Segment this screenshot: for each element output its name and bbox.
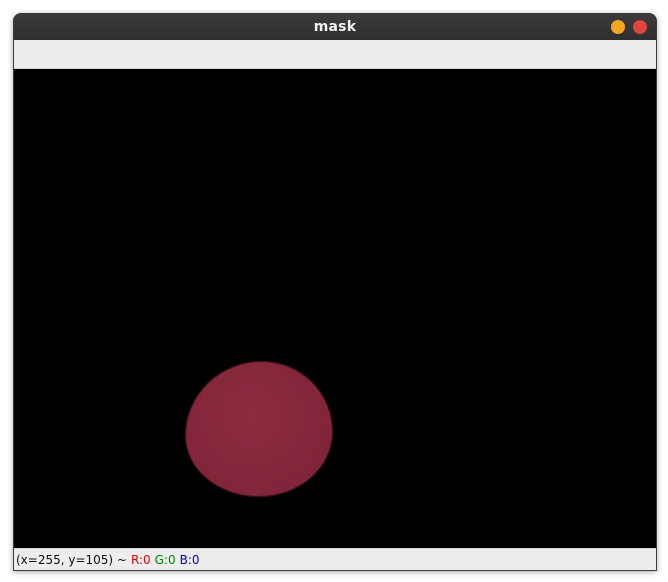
window-title: mask [313,19,357,35]
status-bar: (x=255, y=105) ~ R:0 G:0 B:0 [14,548,656,570]
app-window: mask (x=255, y=105) ~ R:0 G:0 B:0 [13,13,657,571]
image-canvas[interactable] [14,69,656,548]
cursor-coordinates: (x=255, y=105) ~ [16,553,127,567]
mask-blob [186,362,332,496]
close-button[interactable] [633,20,647,34]
title-bar[interactable]: mask [14,14,656,40]
red-value: R:0 [130,553,151,567]
minimize-button[interactable] [611,20,625,34]
blue-value: B:0 [179,553,200,567]
green-value: G:0 [154,553,176,567]
toolbar [14,40,656,69]
